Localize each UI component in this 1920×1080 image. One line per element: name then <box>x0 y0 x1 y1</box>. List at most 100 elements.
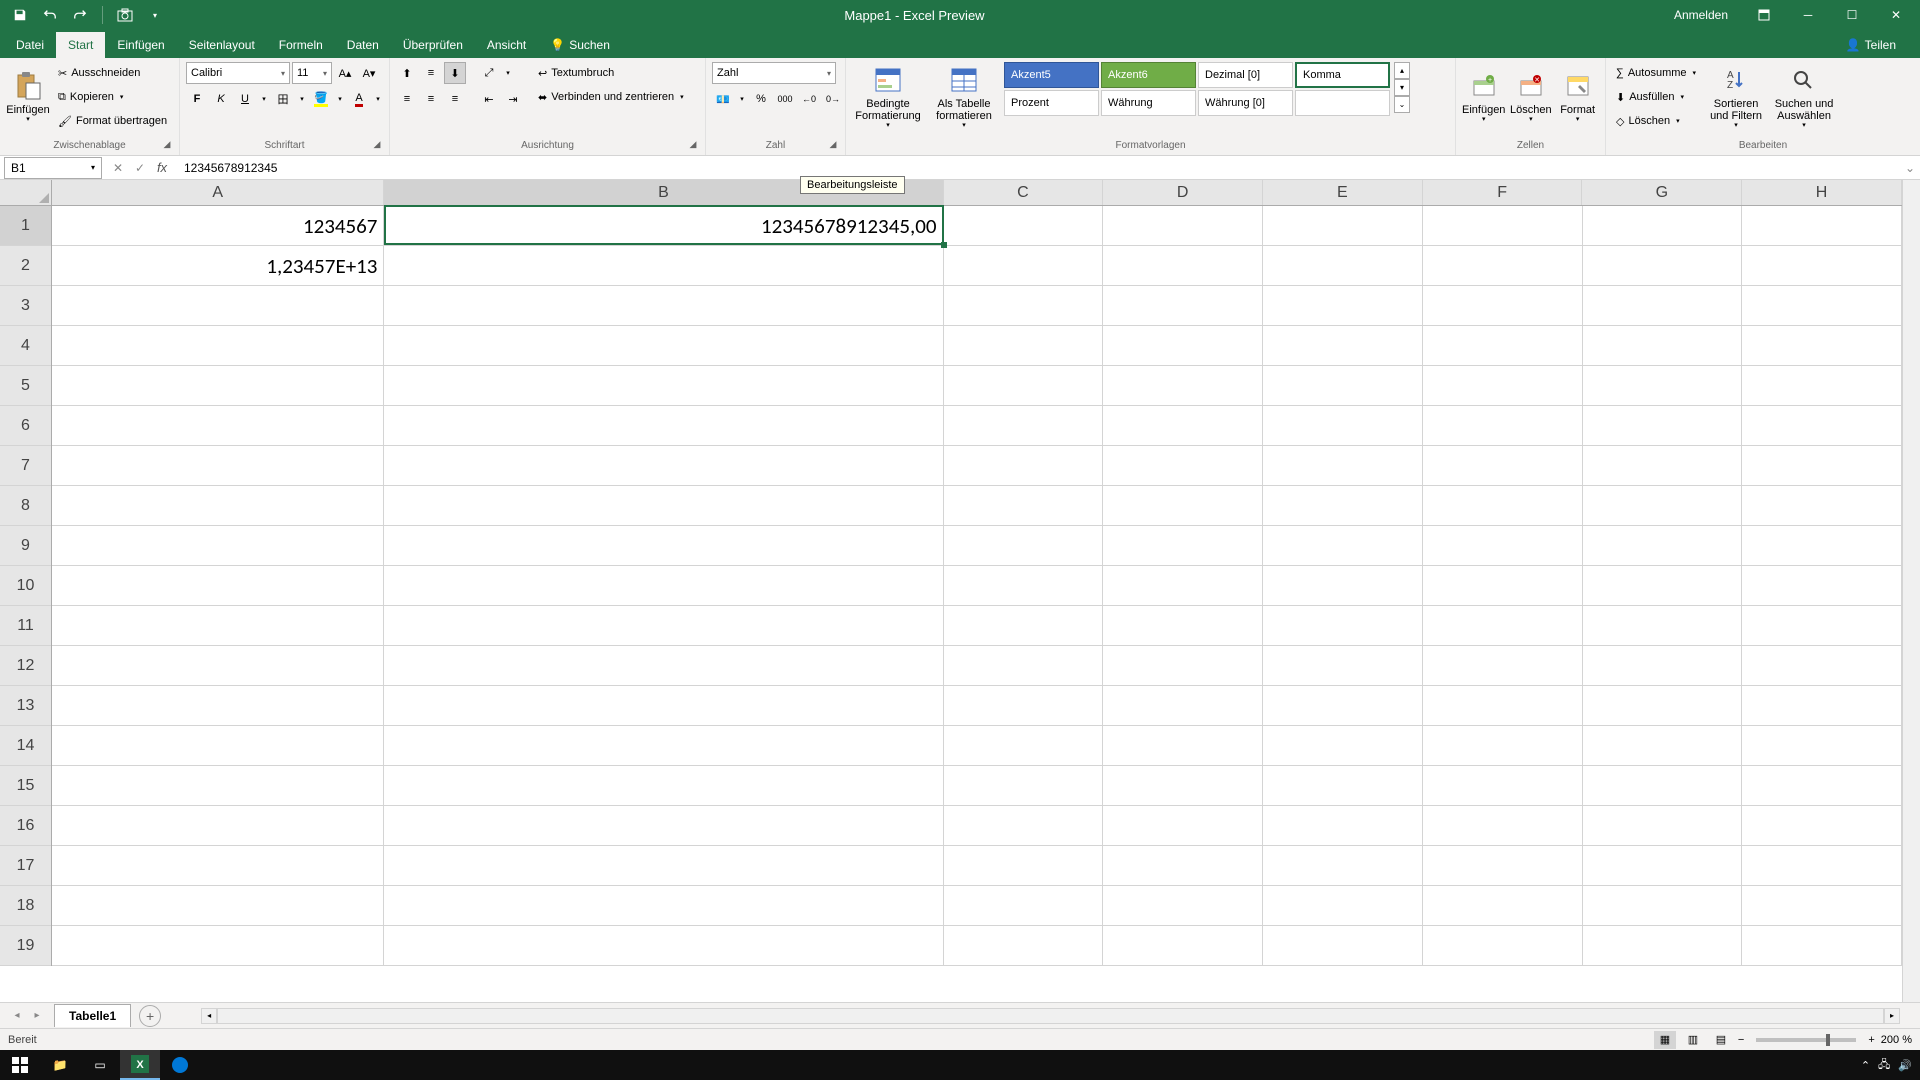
select-all-button[interactable] <box>0 180 52 206</box>
normal-view-icon[interactable]: ▦ <box>1654 1031 1676 1049</box>
cell[interactable] <box>944 766 1104 806</box>
cell[interactable] <box>1103 846 1263 886</box>
cell[interactable] <box>944 686 1104 726</box>
increase-indent-icon[interactable]: ⇥ <box>502 88 524 110</box>
cell[interactable]: 12345678912345,00 <box>384 206 943 246</box>
decrease-decimal-icon[interactable]: 0→ <box>822 88 844 110</box>
cell[interactable]: 1,23457E+13 <box>52 246 384 286</box>
cell[interactable] <box>52 846 384 886</box>
autosum-button[interactable]: ∑Autosumme▾ <box>1612 62 1700 84</box>
cell[interactable] <box>1742 206 1902 246</box>
font-color-dropdown-icon[interactable]: ▾ <box>372 88 384 110</box>
expand-formula-icon[interactable]: ⌄ <box>1900 161 1920 175</box>
cell[interactable] <box>384 246 943 286</box>
fill-color-button[interactable]: 🪣 <box>310 88 332 110</box>
cell[interactable] <box>1263 926 1423 966</box>
cell[interactable] <box>384 646 943 686</box>
cell[interactable] <box>1423 446 1583 486</box>
zoom-out-button[interactable]: − <box>1738 1034 1744 1046</box>
gallery-down-icon[interactable]: ▾ <box>1394 79 1410 96</box>
cell[interactable] <box>1423 326 1583 366</box>
orientation-icon[interactable]: ⤢ <box>478 62 500 84</box>
cell[interactable] <box>1583 486 1743 526</box>
horizontal-scrollbar[interactable] <box>217 1008 1884 1024</box>
comma-format-icon[interactable]: 000 <box>774 88 796 110</box>
cell[interactable] <box>1583 286 1743 326</box>
column-header[interactable]: C <box>944 180 1104 205</box>
cell[interactable] <box>1742 366 1902 406</box>
cell[interactable] <box>1742 566 1902 606</box>
cell[interactable] <box>1742 886 1902 926</box>
cell[interactable] <box>1263 246 1423 286</box>
cell[interactable] <box>1423 526 1583 566</box>
cell[interactable] <box>1103 246 1263 286</box>
column-header[interactable]: F <box>1423 180 1583 205</box>
start-button[interactable] <box>0 1050 40 1080</box>
style-dezimal[interactable]: Dezimal [0] <box>1198 62 1293 88</box>
cell[interactable] <box>52 686 384 726</box>
cell[interactable] <box>1742 846 1902 886</box>
row-header[interactable]: 14 <box>0 726 51 766</box>
cell[interactable] <box>52 806 384 846</box>
formula-input[interactable]: 12345678912345 <box>178 157 1900 179</box>
cell[interactable] <box>1583 886 1743 926</box>
zoom-level[interactable]: 200 % <box>1881 1034 1912 1046</box>
cell[interactable] <box>1742 806 1902 846</box>
cell[interactable] <box>1263 606 1423 646</box>
bold-button[interactable]: F <box>186 88 208 110</box>
cell[interactable] <box>1423 886 1583 926</box>
format-painter-button[interactable]: 🖌Format übertragen <box>54 110 171 132</box>
sort-filter-button[interactable]: AZ Sortieren und Filtern▾ <box>1704 62 1768 132</box>
cell[interactable] <box>1742 486 1902 526</box>
add-sheet-button[interactable]: + <box>139 1005 161 1027</box>
row-header[interactable]: 11 <box>0 606 51 646</box>
cell-styles-gallery[interactable]: Akzent5 Akzent6 Dezimal [0] Komma Prozen… <box>1004 62 1390 116</box>
volume-icon[interactable]: 🔊 <box>1898 1059 1912 1072</box>
column-header[interactable]: D <box>1103 180 1263 205</box>
cell[interactable] <box>1423 566 1583 606</box>
cell[interactable] <box>1263 566 1423 606</box>
cell[interactable] <box>1263 886 1423 926</box>
cell[interactable] <box>52 726 384 766</box>
network-icon[interactable]: 🖧 <box>1878 1056 1890 1075</box>
fill-dropdown-icon[interactable]: ▾ <box>334 88 346 110</box>
merge-center-button[interactable]: ⬌Verbinden und zentrieren▾ <box>534 86 688 108</box>
cell[interactable] <box>1263 846 1423 886</box>
sheet-nav-next-icon[interactable]: ▸ <box>28 1007 46 1025</box>
cell[interactable] <box>1583 646 1743 686</box>
align-bottom-icon[interactable]: ⬇ <box>444 62 466 84</box>
tab-file[interactable]: Datei <box>4 32 56 58</box>
decrease-font-icon[interactable]: A▾ <box>358 62 380 84</box>
cell[interactable] <box>384 286 943 326</box>
cell[interactable] <box>1103 566 1263 606</box>
ribbon-display-icon[interactable] <box>1744 0 1784 30</box>
italic-button[interactable]: K <box>210 88 232 110</box>
cell[interactable] <box>1423 406 1583 446</box>
cell[interactable] <box>1742 606 1902 646</box>
cell[interactable] <box>1583 566 1743 606</box>
cell[interactable] <box>1742 326 1902 366</box>
cell[interactable] <box>52 926 384 966</box>
cancel-formula-icon[interactable]: ✕ <box>108 158 128 178</box>
cell[interactable] <box>1103 446 1263 486</box>
style-waehrung[interactable]: Währung <box>1101 90 1196 116</box>
minimize-button[interactable]: ─ <box>1788 0 1828 30</box>
sign-in-link[interactable]: Anmelden <box>1662 8 1740 22</box>
cell[interactable] <box>944 526 1104 566</box>
row-header[interactable]: 18 <box>0 886 51 926</box>
format-as-table-button[interactable]: Als Tabelle formatieren▾ <box>928 62 1000 132</box>
cell[interactable] <box>384 886 943 926</box>
cell[interactable] <box>1742 526 1902 566</box>
increase-font-icon[interactable]: A▴ <box>334 62 356 84</box>
cell[interactable] <box>1103 886 1263 926</box>
tab-insert[interactable]: Einfügen <box>105 32 176 58</box>
share-button[interactable]: 👤 Teilen <box>1834 32 1908 58</box>
tab-view[interactable]: Ansicht <box>475 32 538 58</box>
cell[interactable] <box>52 446 384 486</box>
cell[interactable] <box>1103 926 1263 966</box>
cell[interactable] <box>1742 246 1902 286</box>
tab-formulas[interactable]: Formeln <box>267 32 335 58</box>
maximize-button[interactable]: ☐ <box>1832 0 1872 30</box>
style-akzent5[interactable]: Akzent5 <box>1004 62 1099 88</box>
cell[interactable] <box>1583 926 1743 966</box>
